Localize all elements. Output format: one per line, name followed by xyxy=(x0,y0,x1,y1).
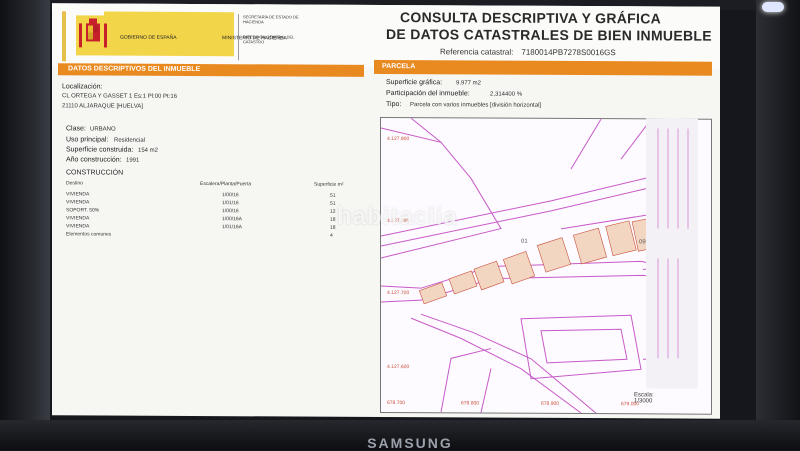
document-header: GOBIERNO DE ESPAÑA MINISTERIO DE HACIEND… xyxy=(52,3,720,69)
localizacion-label: Localización: xyxy=(62,83,103,91)
row-escalera: 1/00/16 xyxy=(222,192,239,199)
tipo-label: Tipo: xyxy=(386,101,402,109)
legend-lines xyxy=(657,128,689,359)
row-destino: VIVIENDA xyxy=(66,191,90,198)
row-superficie: 18 xyxy=(330,224,336,231)
clase-label: Clase: xyxy=(66,125,86,133)
map-coord-label: 678.700 xyxy=(387,400,405,406)
anio-value: 1991 xyxy=(126,157,140,164)
row-destino: VIVIENDA xyxy=(66,199,90,206)
section-title-datos: DATOS DESCRIPTIVOS DEL INMUEBLE xyxy=(58,63,364,77)
secretariat-name: SECRETARÍA DE ESTADO DE HACIENDA xyxy=(243,14,299,25)
superficie-grafica-label: Superficie gráfica: xyxy=(386,79,443,87)
cadastral-reference: Referencia catastral: 7180014PB7278S0016G… xyxy=(440,47,616,57)
monitor-right-edge xyxy=(756,0,800,450)
row-destino: SOPORT. 50% xyxy=(66,207,100,214)
gov-logo: GOBIERNO DE ESPAÑA MINISTERIO DE HACIEND… xyxy=(62,11,287,63)
row-superficie: 51 xyxy=(330,200,336,207)
row-destino: Elementos comunes xyxy=(66,231,112,238)
monitor-brand-logo: SAMSUNG xyxy=(367,435,453,451)
header-escalera: Escalera/Planta/Puerta xyxy=(200,181,252,188)
document-title-line2: DE DATOS CATASTRALES DE BIEN INMUEBLE xyxy=(386,26,712,44)
map-parcel-label: 01 xyxy=(521,239,528,245)
spain-crest-icon xyxy=(76,15,110,56)
map-scale: Escala: 1/3000 xyxy=(634,392,654,404)
ref-value: 7180014PB7278S0016GS xyxy=(521,47,616,58)
map-coord-label: 4.127.900 xyxy=(387,136,409,142)
row-escalera: 1/01/16 xyxy=(222,200,239,207)
uso-label: Uso principal: xyxy=(66,136,109,144)
row-destino: VIVIENDA xyxy=(66,215,90,222)
section-title-parcela: PARCELA xyxy=(374,59,712,76)
address-line1: CL ORTEGA Y GASSET 1 Es:1 Pl:00 Pt:16 xyxy=(62,93,178,100)
map-coord-label: 678.900 xyxy=(541,401,559,407)
monitor-left-edge xyxy=(0,0,50,450)
clase-value: URBANO xyxy=(90,126,116,133)
header-superficie: Superficie m² xyxy=(314,181,344,188)
document-title-line1: CONSULTA DESCRIPTIVA Y GRÁFICA xyxy=(400,9,662,27)
row-destino: VIVIENDA xyxy=(66,223,90,230)
map-coord-label: 4.127.700 xyxy=(387,290,409,296)
map-coord-label: 4.127.600 xyxy=(387,364,409,370)
header-destino: Destino xyxy=(66,180,83,187)
uso-value: Residencial xyxy=(114,137,146,144)
participacion-label: Participación del inmueble: xyxy=(386,90,470,98)
row-superficie: 51 xyxy=(330,192,336,199)
anio-label: Año construcción: xyxy=(66,156,122,164)
row-superficie: 12 xyxy=(330,208,336,215)
superficie-grafica-value: 9.977 m2 xyxy=(456,80,482,87)
row-superficie: 4 xyxy=(330,232,333,239)
construccion-title: CONSTRUCCIÓN xyxy=(66,169,124,177)
row-superficie: 18 xyxy=(330,216,336,223)
map-coord-label: 678.800 xyxy=(461,400,479,406)
power-led-icon xyxy=(762,2,784,12)
gov-name: GOBIERNO DE ESPAÑA xyxy=(120,34,177,41)
ministry-name: MINISTERIO DE HACIENDA xyxy=(222,35,287,42)
watermark-text: habitaclia xyxy=(337,202,458,231)
ref-label: Referencia catastral: xyxy=(440,47,514,57)
superficie-label: Superficie construida: xyxy=(66,146,134,154)
map-legend xyxy=(646,118,698,389)
scale-value: 1/3000 xyxy=(634,398,653,405)
participacion-value: 2,314400 % xyxy=(490,91,523,98)
screen-document: GOBIERNO DE ESPAÑA MINISTERIO DE HACIEND… xyxy=(52,3,720,419)
row-escalera: 1/01/16A xyxy=(222,224,243,231)
tipo-value: Parcela con varios inmuebles [división h… xyxy=(410,102,542,109)
row-escalera: 1/00/16 xyxy=(222,208,239,215)
address-line2: 21110 ALJARAQUE [HUELVA] xyxy=(62,103,143,110)
superficie-value: 154 m2 xyxy=(138,147,159,154)
row-escalera: 1/00/16A xyxy=(222,216,243,223)
